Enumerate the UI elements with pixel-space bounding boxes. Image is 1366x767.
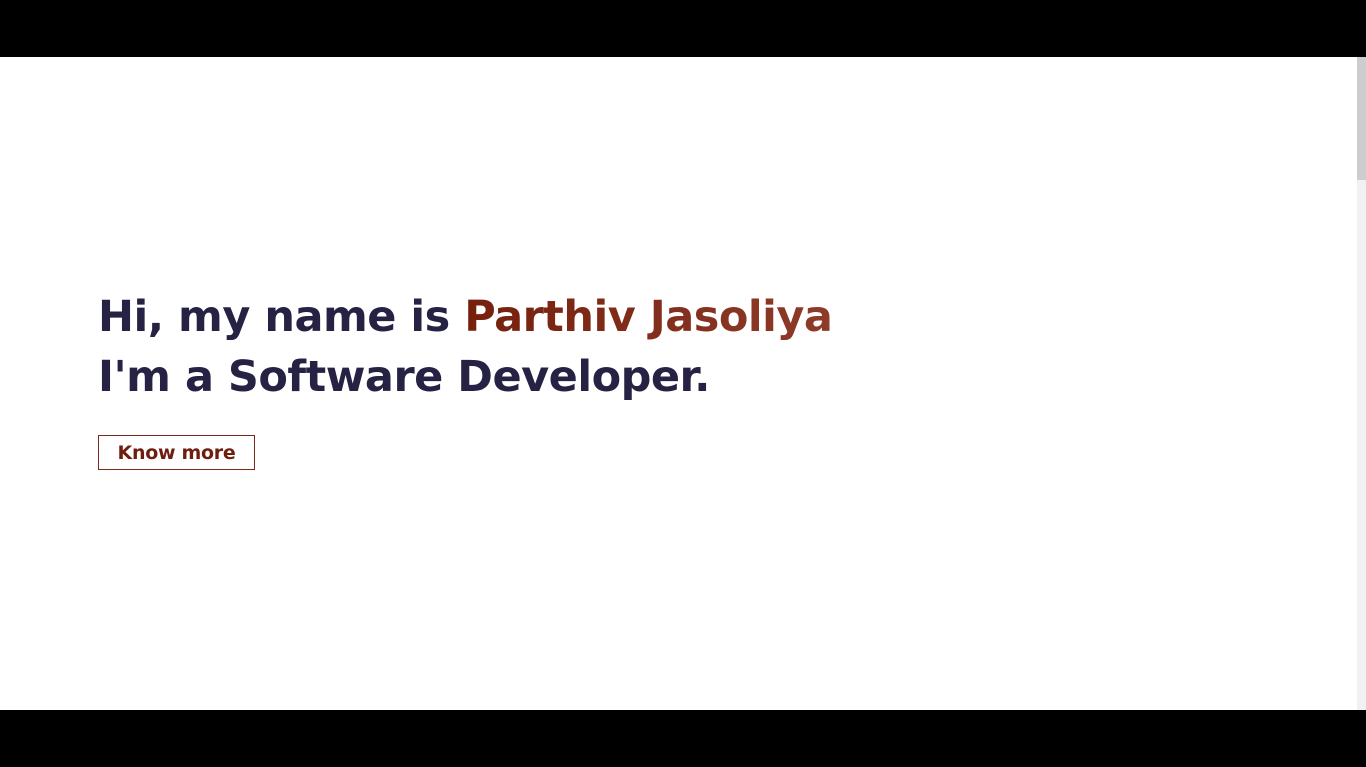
page-viewport: Hi, my name is Parthiv Jasoliya I'm a So… <box>0 57 1357 710</box>
greeting-text: Hi, my name is <box>98 292 465 342</box>
scrollbar-thumb[interactable] <box>1357 57 1366 180</box>
vertical-scrollbar[interactable] <box>1357 57 1366 710</box>
know-more-button[interactable]: Know more <box>98 435 255 470</box>
tagline-text: I'm a Software Developer. <box>98 352 710 402</box>
name-text: Parthiv Jasoliya <box>464 292 833 342</box>
letterbox-top <box>0 0 1366 57</box>
letterbox-bottom <box>0 710 1366 767</box>
hero-section: Hi, my name is Parthiv Jasoliya I'm a So… <box>98 287 833 470</box>
hero-heading: Hi, my name is Parthiv Jasoliya I'm a So… <box>98 287 833 407</box>
